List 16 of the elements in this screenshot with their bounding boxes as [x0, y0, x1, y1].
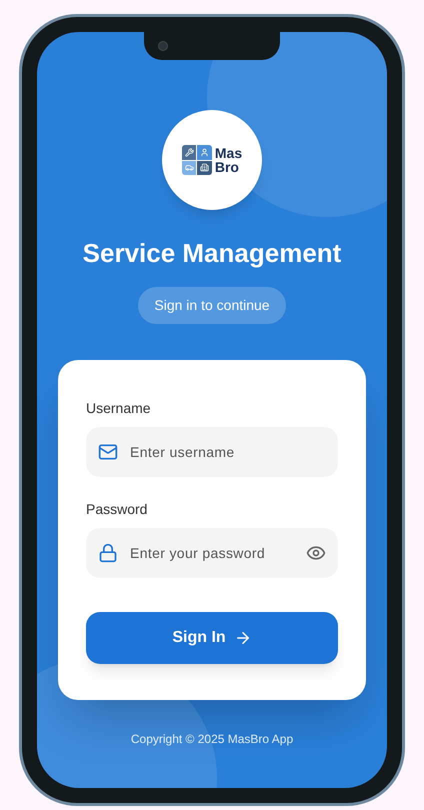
- input-field[interactable]: Enter username: [86, 427, 338, 477]
- mail-icon: [98, 442, 118, 462]
- field-label: Password: [86, 500, 148, 519]
- text-input[interactable]: Enter username: [130, 442, 326, 462]
- text-input[interactable]: Enter your password: [130, 542, 294, 564]
- logo-text: Mas: [214, 146, 242, 160]
- logo-grid-icon: [182, 145, 212, 175]
- lock-icon: [98, 543, 118, 563]
- sign-in-button[interactable]: Sign In: [86, 612, 338, 664]
- field-label: Username: [86, 399, 152, 418]
- camera-icon: [158, 41, 168, 51]
- copyright-text: Copyright © 2025 MasBro App: [130, 731, 294, 748]
- input-field[interactable]: Enter your password: [86, 528, 338, 578]
- app-title: Service Management: [82, 237, 342, 270]
- logo-text: Bro: [214, 160, 240, 174]
- subtitle-pill: Sign in to continue: [138, 287, 286, 324]
